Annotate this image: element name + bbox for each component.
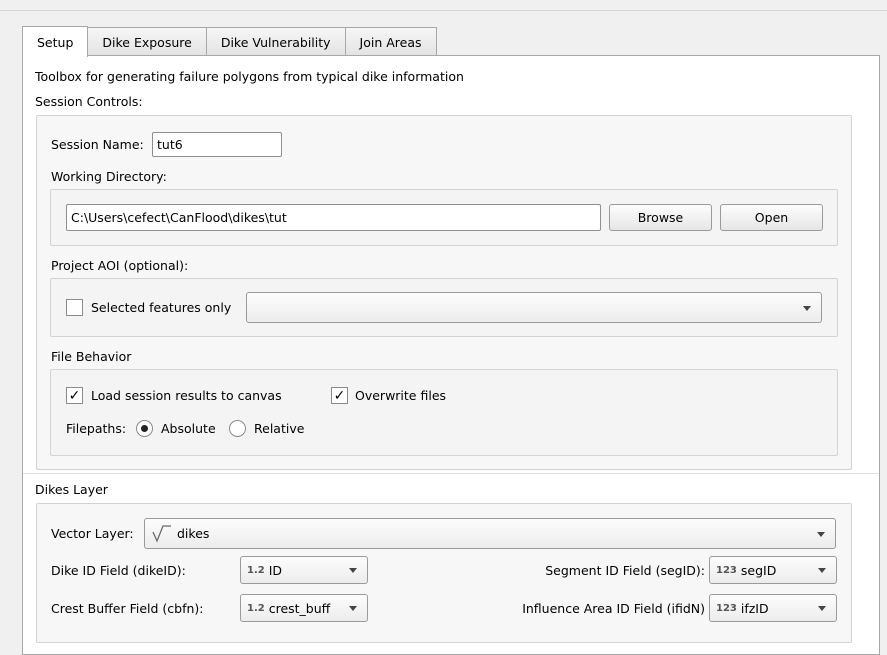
window-top-border — [0, 10, 887, 11]
aoi-layer-combobox[interactable] — [246, 292, 822, 323]
toolbox-description: Toolbox for generating failure polygons … — [35, 69, 464, 84]
selected-features-checkbox[interactable] — [66, 299, 83, 316]
dikes-layer-group: Vector Layer: dikes Dike ID Field (dikeI… — [36, 503, 852, 643]
dike-id-label: Dike ID Field (dikeID): — [51, 563, 186, 578]
session-name-input[interactable] — [152, 132, 282, 157]
decimal-field-icon: 1.2 — [247, 602, 265, 614]
section-divider — [23, 473, 879, 474]
crest-buffer-label: Crest Buffer Field (cbfn): — [51, 601, 204, 616]
session-controls-group: Session Name: Working Directory: Browse … — [36, 115, 852, 470]
line-layer-icon — [151, 524, 173, 544]
overwrite-files-label: Overwrite files — [355, 388, 447, 403]
vector-layer-value: dikes — [177, 526, 210, 541]
dikes-layer-title: Dikes Layer — [35, 482, 108, 497]
file-behavior-title: File Behavior — [51, 349, 132, 364]
working-directory-group: Browse Open — [50, 189, 838, 246]
overwrite-files-checkbox[interactable]: ✓ — [331, 387, 348, 404]
dropdown-arrow-icon — [818, 606, 826, 611]
relative-label: Relative — [254, 421, 305, 436]
selected-features-label: Selected features only — [91, 300, 232, 315]
tab-label: Setup — [37, 34, 74, 50]
project-aoi-label: Project AOI (optional): — [51, 258, 189, 273]
vector-layer-combobox[interactable]: dikes — [144, 518, 836, 549]
absolute-radio[interactable] — [136, 420, 153, 437]
browse-button[interactable]: Browse — [609, 204, 712, 231]
working-directory-input[interactable] — [66, 204, 601, 231]
influence-area-value: ifzID — [740, 600, 769, 616]
dropdown-arrow-icon — [817, 531, 825, 537]
segment-id-combobox[interactable]: 123 segID — [709, 556, 837, 584]
crest-buffer-value: crest_buff — [268, 600, 331, 616]
open-button[interactable]: Open — [720, 204, 823, 231]
load-results-label: Load session results to canvas — [91, 388, 282, 403]
tab-dike-vulnerability[interactable]: Dike Vulnerability — [206, 27, 346, 56]
dropdown-arrow-icon — [818, 568, 826, 573]
file-behavior-group: ✓ Load session results to canvas ✓ Overw… — [50, 369, 838, 456]
checkmark-icon: ✓ — [68, 387, 81, 404]
segment-id-label: Segment ID Field (segID): — [545, 563, 705, 578]
session-name-label: Session Name: — [51, 137, 144, 152]
decimal-field-icon: 1.2 — [247, 564, 265, 576]
crest-buffer-combobox[interactable]: 1.2 crest_buff — [240, 594, 368, 622]
tab-join-areas[interactable]: Join Areas — [345, 27, 437, 56]
dropdown-arrow-icon — [803, 305, 811, 311]
absolute-label: Absolute — [161, 421, 216, 436]
influence-area-combobox[interactable]: 123 ifzID — [709, 594, 837, 622]
radio-selected-dot — [141, 425, 148, 432]
dike-id-combobox[interactable]: 1.2 ID — [240, 556, 368, 584]
dropdown-arrow-icon — [349, 606, 357, 611]
dike-id-value: ID — [268, 562, 283, 578]
relative-radio[interactable] — [229, 420, 246, 437]
segment-id-value: segID — [740, 562, 777, 578]
influence-area-label: Influence Area ID Field (ifidN) — [522, 601, 705, 616]
tab-bar: Setup Dike Exposure Dike Vulnerability J… — [22, 26, 437, 57]
filepaths-label: Filepaths: — [66, 421, 127, 436]
integer-field-icon: 123 — [716, 602, 737, 614]
checkmark-icon: ✓ — [333, 387, 346, 404]
session-controls-title: Session Controls: — [35, 94, 143, 109]
load-results-checkbox[interactable]: ✓ — [66, 387, 83, 404]
dropdown-arrow-icon — [349, 568, 357, 573]
tab-label: Dike Exposure — [102, 34, 192, 50]
tab-setup[interactable]: Setup — [22, 26, 89, 57]
browse-button-label: Browse — [637, 210, 684, 225]
vector-layer-label: Vector Layer: — [51, 526, 134, 541]
tab-dike-exposure[interactable]: Dike Exposure — [88, 27, 207, 56]
setup-panel: Toolbox for generating failure polygons … — [22, 55, 880, 655]
working-directory-label: Working Directory: — [51, 169, 167, 184]
tab-label: Join Areas — [359, 34, 422, 50]
integer-field-icon: 123 — [716, 564, 737, 576]
project-aoi-group: Selected features only — [50, 278, 838, 337]
open-button-label: Open — [754, 210, 789, 225]
tab-label: Dike Vulnerability — [220, 34, 331, 50]
